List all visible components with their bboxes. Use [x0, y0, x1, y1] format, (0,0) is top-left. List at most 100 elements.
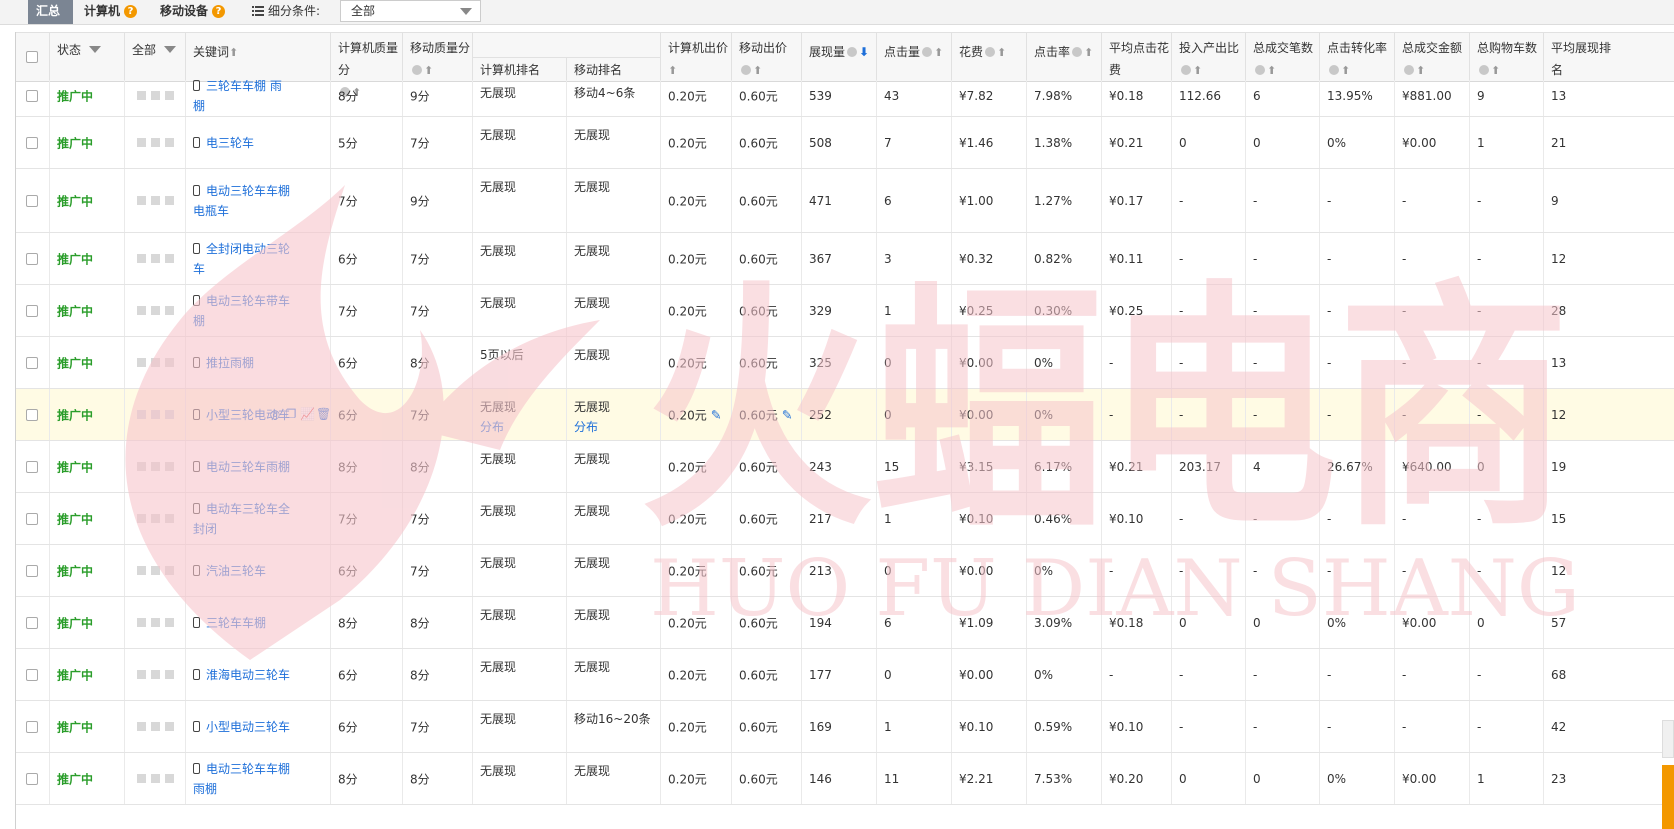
status-text[interactable]: 推广中 [57, 354, 93, 371]
table-row[interactable]: 推广中 全封闭电动三轮车 6分 7分 无展现 无展现 0.20元 0.60元 367 3 ¥0.32… [16, 233, 1674, 285]
table-row[interactable]: 推广中 电动三轮车带车棚 7分 7分 无展现 无展现 0.20元 0.60元 329 1 ¥0.25… [16, 285, 1674, 337]
bid-value[interactable]: 0.60元 ✎ [739, 406, 793, 423]
row-checkbox[interactable] [26, 720, 38, 733]
status-text[interactable]: 推广中 [57, 192, 93, 209]
tab-mobile[interactable]: 移动设备? [152, 0, 240, 24]
sort-icon[interactable]: ⬆ [753, 64, 762, 77]
table-row[interactable]: 推广中 推拉雨棚 6分 8分 5页以后 无展现 0.20元 0.60元 325 0 ¥0.00 0% -… [16, 337, 1674, 389]
help-icon[interactable] [1404, 65, 1414, 75]
row-checkbox[interactable] [26, 512, 38, 525]
status-text[interactable]: 推广中 [57, 510, 93, 527]
th-mobile-bid[interactable]: 移动出价 ⬆ [732, 33, 802, 81]
distribution-link[interactable]: 分布 [480, 420, 504, 434]
th-pc-quality[interactable]: 计算机质量分 ⬆ [331, 33, 403, 99]
row-checkbox[interactable] [26, 668, 38, 681]
bid-value[interactable]: 0.60元 [739, 87, 778, 104]
bid-value[interactable]: 0.20元 [668, 718, 707, 735]
table-row[interactable]: 推广中 电动车三轮车全封闭 7分 7分 无展现 无展现 0.20元 0.60元 217 1 ¥0.1… [16, 493, 1674, 545]
bid-value[interactable]: 0.20元 [668, 87, 707, 104]
th-carts[interactable]: 总购物车数 ⬆ [1470, 33, 1544, 81]
status-text[interactable]: 推广中 [57, 614, 93, 631]
bid-value[interactable]: 0.60元 [739, 614, 778, 631]
row-checkbox[interactable] [26, 194, 38, 207]
help-icon[interactable] [847, 47, 858, 57]
row-checkbox[interactable] [26, 460, 38, 473]
status-text[interactable]: 推广中 [57, 250, 93, 267]
help-icon[interactable] [1479, 65, 1489, 75]
row-checkbox[interactable] [26, 252, 38, 265]
bid-value[interactable]: 0.20元 [668, 134, 707, 151]
th-avg-rank[interactable]: 平均展现排名 [1544, 33, 1674, 81]
select-all-checkbox[interactable] [26, 51, 38, 63]
help-icon[interactable] [412, 65, 422, 75]
th-cost[interactable]: 花费 ⬆ [952, 33, 1027, 81]
bid-value[interactable]: 0.60元 [739, 666, 778, 683]
sort-icon[interactable]: ⬆ [668, 64, 677, 77]
bid-value[interactable]: 0.60元 [739, 770, 778, 787]
status-text[interactable]: 推广中 [57, 770, 93, 787]
keyword-link[interactable]: 推拉雨棚 [193, 353, 293, 373]
bid-value[interactable]: 0.20元 [668, 614, 707, 631]
sort-icon[interactable]: ⬆ [424, 64, 433, 77]
bid-value[interactable]: 0.60元 [739, 302, 778, 319]
bid-value[interactable]: 0.60元 [739, 458, 778, 475]
bid-value[interactable]: 0.20元 ✎ [668, 406, 722, 423]
row-checkbox[interactable] [26, 564, 38, 577]
row-checkbox[interactable] [26, 136, 38, 149]
sort-icon[interactable]: ⬆ [229, 46, 238, 59]
th-keyword[interactable]: 关键词⬆ [186, 33, 331, 81]
keyword-link[interactable]: 电三轮车 [193, 133, 293, 153]
bid-value[interactable]: 0.20元 [668, 562, 707, 579]
bid-value[interactable]: 0.60元 [739, 134, 778, 151]
table-row[interactable]: 推广中 电动三轮车车棚 电瓶车 7分 9分 无展现 无展现 0.20元 0.60元 471 6 ¥1… [16, 169, 1674, 233]
bid-value[interactable]: 0.20元 [668, 770, 707, 787]
th-clicks[interactable]: 点击量 ⬆ [877, 33, 952, 81]
keyword-link[interactable]: 电动车三轮车全封闭 [193, 499, 293, 539]
th-mobile-quality[interactable]: 移动质量分 ⬆ [403, 33, 473, 81]
sort-icon[interactable]: ⬆ [1491, 64, 1500, 77]
help-icon[interactable]: ? [212, 5, 226, 18]
keyword-link[interactable]: 三轮车车棚 雨棚 [193, 80, 293, 116]
help-icon[interactable] [922, 47, 933, 57]
sort-icon[interactable]: ⬆ [1084, 46, 1093, 59]
keyword-link[interactable]: 电动三轮车雨棚 [193, 457, 293, 477]
keyword-link[interactable]: 三轮车车棚 [193, 613, 293, 633]
help-icon[interactable] [741, 65, 751, 75]
help-icon[interactable] [1181, 65, 1191, 75]
th-cvr[interactable]: 点击转化率 ⬆ [1320, 33, 1395, 81]
delete-icon[interactable]: 🗑 [316, 407, 331, 421]
th-orders[interactable]: 总成交笔数 ⬆ [1246, 33, 1320, 81]
bid-value[interactable]: 0.20元 [668, 458, 707, 475]
trend-chart-icon[interactable]: 📈 [300, 407, 315, 421]
th-roi[interactable]: 投入产出比 ⬆ [1172, 33, 1246, 81]
table-row[interactable]: 推广中 小型电动三轮车 6分 7分 无展现 移动16~20条 0.20元 0.60元 169 1 ¥… [16, 701, 1674, 753]
target-icon[interactable]: ◎ [268, 407, 282, 421]
row-checkbox[interactable] [26, 772, 38, 785]
keyword-link[interactable]: 小型电动三轮车 [193, 717, 293, 737]
bid-value[interactable]: 0.20元 [668, 302, 707, 319]
status-text[interactable]: 推广中 [57, 718, 93, 735]
bid-value[interactable]: 0.20元 [668, 666, 707, 683]
bid-value[interactable]: 0.20元 [668, 510, 707, 527]
bid-value[interactable]: 0.60元 [739, 192, 778, 209]
status-text[interactable]: 推广中 [57, 562, 93, 579]
table-row[interactable]: 推广中 三轮车车棚 雨棚 8分 9分 无展现 移动4~6条 0.20元 0.60元 539 43 ¥… [16, 80, 1674, 117]
row-checkbox[interactable] [26, 408, 38, 421]
bid-value[interactable]: 0.60元 [739, 354, 778, 371]
scroll-up-button[interactable] [1662, 720, 1674, 758]
sort-icon[interactable]: ⬆ [1193, 64, 1202, 77]
bid-value[interactable]: 0.20元 [668, 354, 707, 371]
sort-icon[interactable]: ⬆ [1267, 64, 1276, 77]
table-row[interactable]: 推广中 小型三轮电动车 ◎ ❐ 📈🗑 6分 7分 无展现 分布 无展现 分布 0.20元 ✎ 0.60元 ✎… [16, 389, 1674, 441]
table-row[interactable]: 推广中 电动三轮车雨棚 8分 8分 无展现 无展现 0.20元 0.60元 243 15 ¥3.15… [16, 441, 1674, 493]
sort-desc-icon[interactable]: ⬇ [859, 45, 869, 59]
status-text[interactable]: 推广中 [57, 87, 93, 104]
bid-value[interactable]: 0.20元 [668, 250, 707, 267]
filter-select[interactable]: 全部 [340, 0, 481, 22]
sort-icon[interactable]: ⬆ [934, 46, 943, 59]
keyword-link[interactable]: 全封闭电动三轮车 [193, 239, 293, 279]
bid-value[interactable]: 0.60元 [739, 250, 778, 267]
row-checkbox[interactable] [26, 89, 38, 102]
table-row[interactable]: 推广中 汽油三轮车 6分 7分 无展现 无展现 0.20元 0.60元 213 0 ¥0.00 0% -… [16, 545, 1674, 597]
distribution-link[interactable]: 分布 [574, 420, 598, 434]
